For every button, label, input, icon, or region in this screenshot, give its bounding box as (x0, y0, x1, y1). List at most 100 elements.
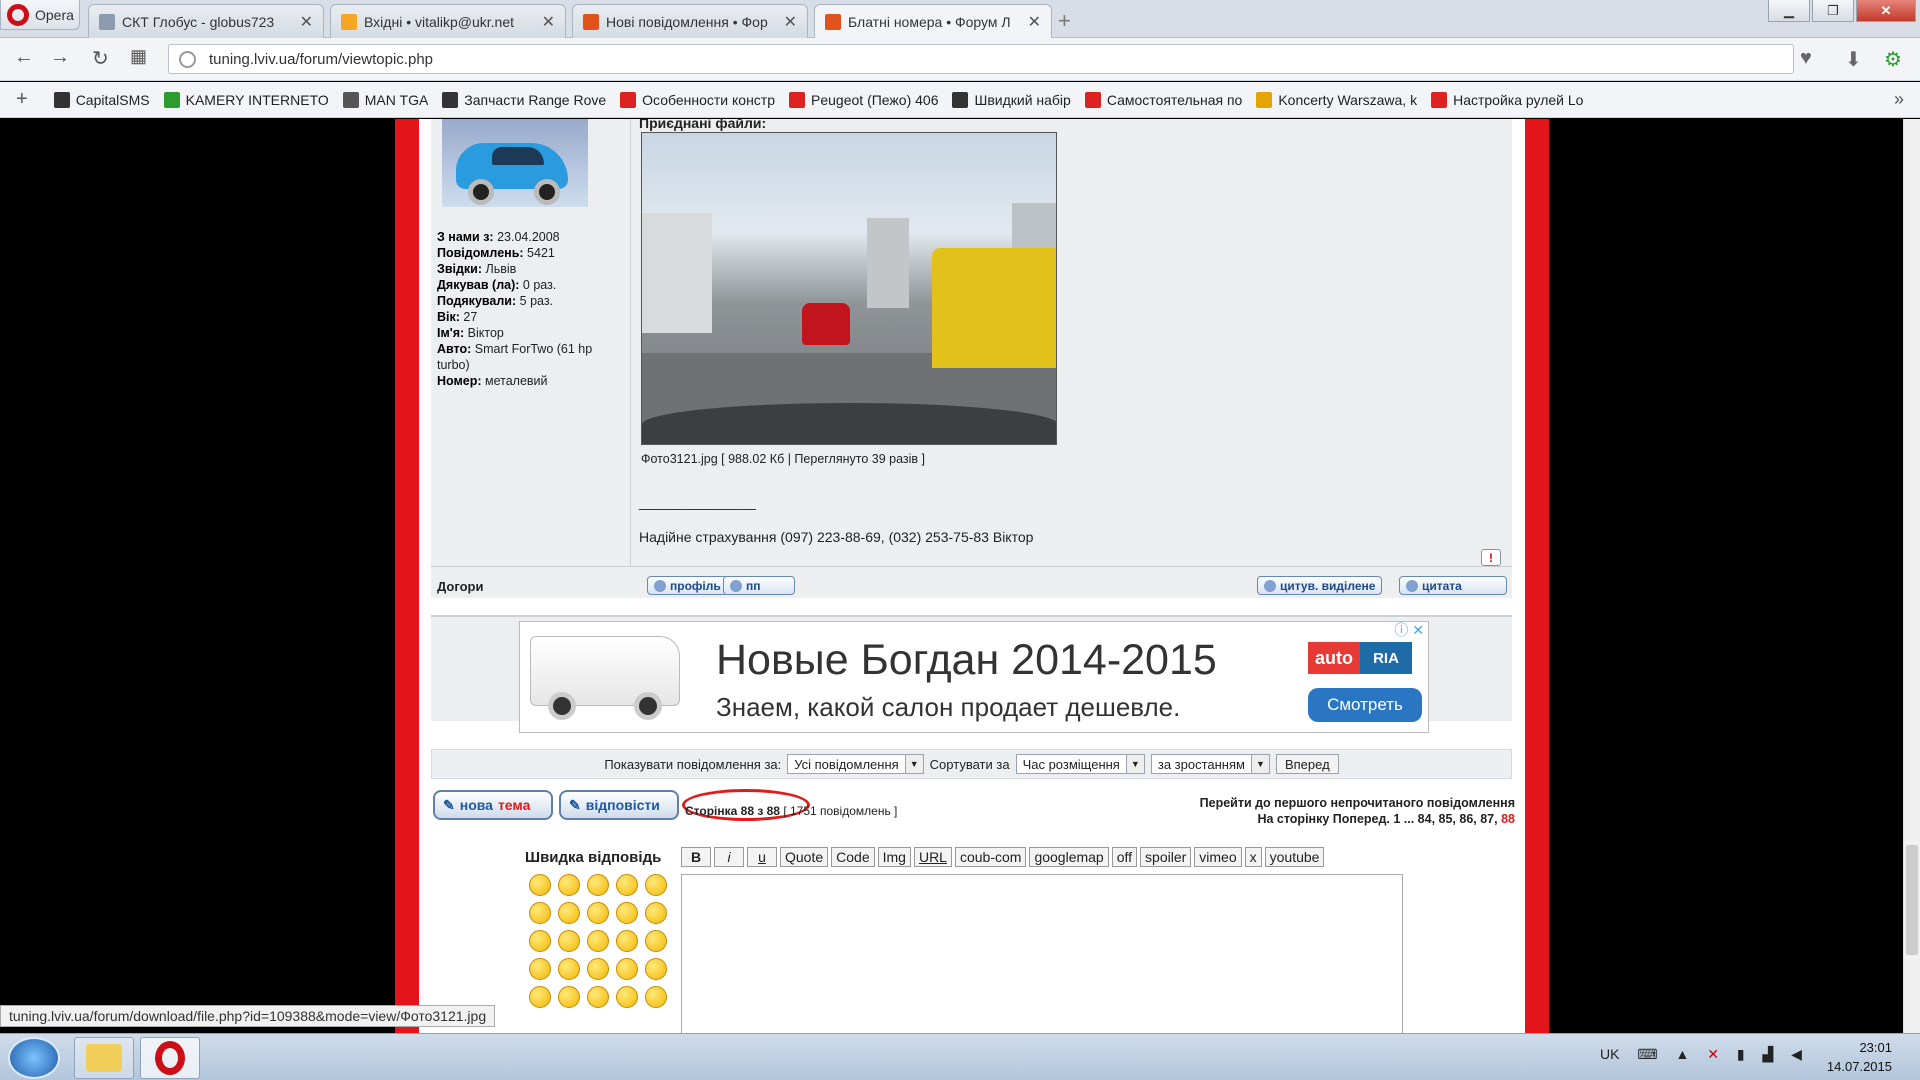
smiley-icon[interactable] (645, 958, 667, 980)
bookmark-peugeot[interactable]: Peugeot (Пежо) 406 (789, 91, 938, 108)
signal-icon[interactable]: ▟ (1762, 1046, 1773, 1062)
smiley-icon[interactable] (616, 930, 638, 952)
bookmark-osobennosti[interactable]: Особенности констр (620, 91, 775, 108)
smiley-icon[interactable] (587, 902, 609, 924)
spoiler-tag-button[interactable]: spoiler (1140, 847, 1192, 867)
vimeo-tag-button[interactable]: vimeo (1194, 847, 1242, 867)
googlemap-tag-button[interactable]: googlemap (1029, 847, 1109, 867)
go-button[interactable]: Вперед (1275, 754, 1339, 774)
smiley-icon[interactable] (558, 986, 580, 1008)
close-tab-icon[interactable]: ✕ (784, 12, 797, 32)
smiley-icon[interactable] (616, 958, 638, 980)
smiley-icon[interactable] (587, 958, 609, 980)
close-tab-icon[interactable]: ✕ (542, 12, 555, 32)
bookmark-range-rover[interactable]: Запчасти Range Rove (442, 91, 606, 108)
extension-icon[interactable]: ⚙ (1884, 47, 1902, 72)
opera-menu-button[interactable]: Opera (0, 0, 80, 30)
tab-blatni-nomera[interactable]: Блатні номера • Форум Л ✕ (814, 4, 1052, 39)
quick-reply-textarea[interactable] (681, 874, 1403, 1033)
profile-button[interactable]: профіль (647, 576, 728, 595)
page-scrollbar[interactable] (1903, 119, 1920, 1033)
smiley-icon[interactable] (645, 874, 667, 896)
first-unread-link[interactable]: Перейти до першого непрочитаного повідом… (1200, 795, 1515, 811)
bookmark-samostoyatelnaya[interactable]: Самостоятельная по (1084, 91, 1242, 108)
attached-photo[interactable] (641, 132, 1057, 445)
tab-ukr-mail[interactable]: Вхідні • vitalikp@ukr.net ✕ (330, 4, 566, 38)
pm-button[interactable]: пп (723, 576, 795, 595)
close-tab-icon[interactable]: ✕ (300, 12, 313, 32)
code-tag-button[interactable]: Code (831, 847, 875, 867)
smiley-icon[interactable] (529, 902, 551, 924)
off-tag-button[interactable]: off (1111, 847, 1138, 867)
smiley-icon[interactable] (645, 930, 667, 952)
system-clock[interactable]: 23:01 14.07.2015 (1827, 1038, 1892, 1076)
smiley-icon[interactable] (558, 902, 580, 924)
smiley-icon[interactable] (587, 874, 609, 896)
smiley-icon[interactable] (616, 902, 638, 924)
maximize-icon[interactable]: ❐ (1812, 0, 1854, 22)
close-tab-icon[interactable]: ✕ (1028, 12, 1041, 32)
show-posts-select[interactable]: Усі повідомлення ▼ (787, 754, 924, 774)
download-icon[interactable]: ⬇ (1845, 47, 1862, 72)
coub-tag-button[interactable]: coub-com (954, 847, 1027, 867)
new-topic-button[interactable]: ✎ нова тема (433, 790, 553, 820)
more-bookmarks-icon[interactable]: » (1894, 89, 1904, 110)
address-bar[interactable]: tuning.lviv.ua/forum/viewtopic.php (168, 44, 1794, 74)
url-tag-button[interactable]: URL (913, 847, 952, 867)
reload-icon[interactable]: ↻ (92, 46, 109, 71)
minimize-icon[interactable]: ▁ (1768, 0, 1810, 22)
back-to-top-link[interactable]: Догори (437, 579, 483, 594)
bookmark-heart-icon[interactable]: ♥ (1800, 47, 1812, 70)
scrollbar-thumb[interactable] (1906, 845, 1918, 955)
reply-button[interactable]: ✎ відповісти (559, 790, 679, 820)
network-error-icon[interactable]: ✕ (1707, 1046, 1719, 1062)
smiley-icon[interactable] (558, 958, 580, 980)
quote-tag-button[interactable]: Quote (780, 847, 829, 867)
bookmark-speed-dial[interactable]: Швидкий набір (952, 91, 1071, 108)
bookmark-kamery[interactable]: KAMERY INTERNETO (163, 91, 329, 108)
smiley-icon[interactable] (558, 874, 580, 896)
smiley-icon[interactable] (529, 874, 551, 896)
report-post-icon[interactable]: ! (1481, 549, 1501, 566)
page-links[interactable]: На сторінку Поперед. 1 ... 84, 85, 86, 8… (1257, 812, 1497, 826)
forward-icon[interactable]: → (50, 46, 70, 69)
tab-new-messages[interactable]: Нові повідомлення • Фор ✕ (572, 4, 808, 38)
smiley-icon[interactable] (587, 986, 609, 1008)
bold-button[interactable]: B (681, 847, 711, 867)
smiley-icon[interactable] (645, 902, 667, 924)
quote-selected-button[interactable]: цитув. виділене (1257, 576, 1383, 595)
show-hidden-icons-icon[interactable]: ▲ (1675, 1046, 1689, 1062)
x-tag-button[interactable]: x (1244, 847, 1262, 867)
youtube-tag-button[interactable]: youtube (1264, 847, 1325, 867)
tab-globus[interactable]: СКТ Глобус - globus723 ✕ (88, 4, 324, 38)
ad-info-icon[interactable]: ⓘ ✕ (1394, 620, 1424, 640)
smiley-icon[interactable] (529, 930, 551, 952)
sort-order-select[interactable]: за зростанням ▼ (1150, 754, 1270, 774)
img-tag-button[interactable]: Img (877, 847, 911, 867)
italic-button[interactable]: i (714, 847, 744, 867)
ad-cta-button[interactable]: Смотреть (1308, 688, 1422, 722)
underline-button[interactable]: u (747, 847, 777, 867)
explorer-taskbar-button[interactable] (74, 1037, 134, 1079)
language-indicator[interactable]: UK (1600, 1046, 1619, 1062)
bookmark-capitalsms[interactable]: CapitalSMS (53, 91, 150, 108)
back-icon[interactable]: ← (14, 46, 34, 69)
smiley-icon[interactable] (587, 930, 609, 952)
smiley-icon[interactable] (558, 930, 580, 952)
avatar[interactable] (442, 119, 588, 207)
battery-icon[interactable]: ▮ (1737, 1046, 1745, 1062)
ad-banner[interactable]: Новые Богдан 2014-2015 Знаем, какой сало… (519, 621, 1429, 733)
bookmark-rulei[interactable]: Настройка рулей Lo (1431, 91, 1583, 108)
sort-by-select[interactable]: Час розміщення ▼ (1015, 754, 1145, 774)
bookmark-koncerty[interactable]: Koncerty Warszawa, k (1256, 91, 1417, 108)
smiley-icon[interactable] (529, 986, 551, 1008)
bookmark-man-tga[interactable]: MAN TGA (342, 91, 428, 108)
quote-button[interactable]: цитата (1399, 576, 1507, 595)
new-tab-icon[interactable]: + (1058, 8, 1071, 34)
start-button[interactable] (8, 1037, 60, 1079)
keyboard-icon[interactable]: ⌨ (1637, 1046, 1657, 1062)
opera-taskbar-button[interactable] (140, 1037, 200, 1079)
add-bookmark-icon[interactable]: + (16, 88, 28, 111)
smiley-icon[interactable] (616, 986, 638, 1008)
smiley-icon[interactable] (616, 874, 638, 896)
